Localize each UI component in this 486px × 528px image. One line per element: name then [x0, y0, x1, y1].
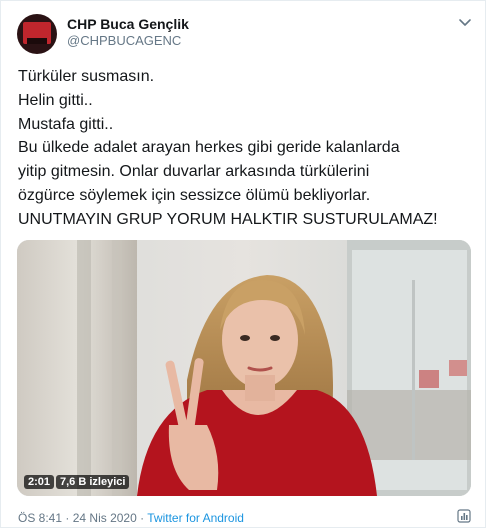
tweet-line: yitip gitmesin. Onlar duvarlar arkasında… — [18, 163, 370, 181]
video-view-count: 7,6 B izleyici — [56, 475, 130, 489]
video-player[interactable] — [17, 240, 471, 496]
author-handle[interactable]: @CHPBUCAGENC — [67, 33, 181, 48]
tweet-line: Türküler susmasın. — [18, 68, 155, 85]
tweet-line: Helin gitti.. — [18, 91, 93, 109]
tweet-text: Türküler susmasın. Helin gitti.. Mustafa… — [18, 65, 478, 232]
tweet-source-link[interactable]: Twitter for Android — [147, 511, 244, 525]
video-duration: 2:01 — [24, 475, 55, 489]
chevron-down-icon[interactable] — [456, 13, 474, 31]
avatar[interactable] — [17, 14, 57, 54]
separator: · — [65, 511, 70, 525]
tweet-line: Bu ülkede adalet arayan herkes gibi geri… — [18, 139, 400, 157]
tweet-card: CHP Buca Gençlik @CHPBUCAGENC Türküler s… — [0, 0, 486, 528]
separator: · — [140, 511, 145, 525]
video-thumbnail — [17, 240, 471, 496]
tweet-time[interactable]: ÖS 8:41 — [18, 511, 62, 525]
author-name[interactable]: CHP Buca Gençlik — [67, 16, 189, 32]
avatar-logo-bar — [27, 38, 47, 44]
tweet-line: Mustafa gitti.. — [18, 115, 114, 133]
analytics-icon[interactable] — [457, 509, 471, 523]
tweet-line: özgürce söylemek için sessizce ölümü bek… — [18, 186, 371, 204]
tweet-date[interactable]: 24 Nis 2020 — [73, 511, 137, 525]
tweet-meta: ÖS 8:41 · 24 Nis 2020 · Twitter for Andr… — [18, 511, 244, 525]
tweet-line: UNUTMAYIN GRUP YORUM HALKTIR SUSTURULAMA… — [18, 210, 438, 228]
